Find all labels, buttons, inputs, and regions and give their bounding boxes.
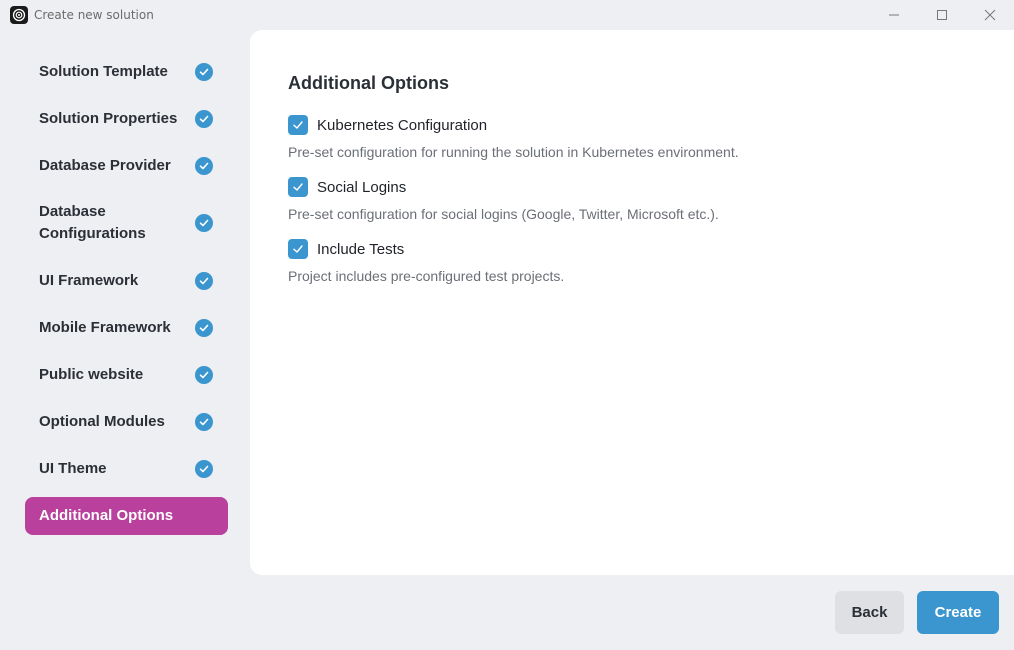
check-circle-icon — [195, 366, 213, 384]
wizard-sidebar: Solution Template Solution Properties Da… — [0, 30, 250, 575]
check-icon — [293, 183, 303, 191]
abp-logo-icon — [10, 6, 28, 24]
option-description: Project includes pre-configured test pro… — [288, 268, 565, 284]
option-row[interactable]: Include Tests — [288, 238, 564, 260]
option-label: Social Logins — [317, 178, 407, 196]
back-button[interactable]: Back — [835, 591, 904, 634]
step-label: Solution Properties — [39, 110, 178, 127]
minimize-button[interactable] — [870, 0, 918, 30]
option-label: Include Tests — [317, 240, 405, 258]
option-description: Pre-set configuration for social logins … — [288, 206, 719, 222]
check-circle-icon — [195, 460, 213, 478]
window-title: Create new solution — [34, 8, 154, 22]
include-tests-checkbox[interactable] — [288, 239, 308, 259]
check-icon — [293, 121, 303, 129]
step-mobile-framework[interactable]: Mobile Framework — [25, 313, 228, 343]
create-button[interactable]: Create — [917, 591, 999, 634]
kubernetes-checkbox[interactable] — [288, 115, 308, 135]
step-public-website[interactable]: Public website — [25, 360, 228, 390]
window-controls — [870, 0, 1014, 30]
step-label: UI Theme — [39, 460, 107, 477]
maximize-icon — [937, 10, 947, 20]
step-label: Database Configurations — [39, 203, 146, 242]
step-label: Optional Modules — [39, 413, 165, 430]
step-database-provider[interactable]: Database Provider — [25, 151, 228, 181]
step-additional-options[interactable]: Additional Options — [25, 497, 228, 535]
step-label: Solution Template — [39, 63, 168, 80]
option-description: Pre-set configuration for running the so… — [288, 144, 739, 160]
step-solution-template[interactable]: Solution Template — [25, 57, 228, 87]
step-optional-modules[interactable]: Optional Modules — [25, 407, 228, 437]
social-logins-checkbox[interactable] — [288, 177, 308, 197]
step-label: Additional Options — [39, 507, 174, 524]
check-circle-icon — [195, 110, 213, 128]
step-ui-framework[interactable]: UI Framework — [25, 266, 228, 296]
option-kubernetes: Kubernetes Configuration Pre-set configu… — [288, 114, 739, 160]
check-circle-icon — [195, 214, 213, 232]
content-panel: Additional Options Kubernetes Configurat… — [250, 30, 1014, 575]
step-label: Database Provider — [39, 157, 171, 174]
option-include-tests: Include Tests Project includes pre-confi… — [288, 238, 564, 284]
option-label: Kubernetes Configuration — [317, 116, 488, 134]
title-bar: Create new solution — [0, 0, 1014, 30]
page-title: Additional Options — [288, 73, 449, 93]
check-icon — [293, 245, 303, 253]
maximize-button[interactable] — [918, 0, 966, 30]
option-row[interactable]: Social Logins — [288, 176, 719, 198]
step-label: Mobile Framework — [39, 319, 171, 336]
check-circle-icon — [195, 413, 213, 431]
step-ui-theme[interactable]: UI Theme — [25, 454, 228, 484]
step-label: Public website — [39, 366, 144, 383]
option-social-logins: Social Logins Pre-set configuration for … — [288, 176, 719, 222]
step-label: UI Framework — [39, 272, 139, 289]
check-circle-icon — [195, 319, 213, 337]
minimize-icon — [889, 14, 899, 16]
close-button[interactable] — [966, 0, 1014, 30]
check-circle-icon — [195, 157, 213, 175]
check-circle-icon — [195, 63, 213, 81]
option-row[interactable]: Kubernetes Configuration — [288, 114, 739, 136]
step-solution-properties[interactable]: Solution Properties — [25, 104, 228, 134]
check-circle-icon — [195, 272, 213, 290]
close-icon — [984, 9, 996, 21]
step-database-configurations[interactable]: Database Configurations — [25, 200, 228, 246]
